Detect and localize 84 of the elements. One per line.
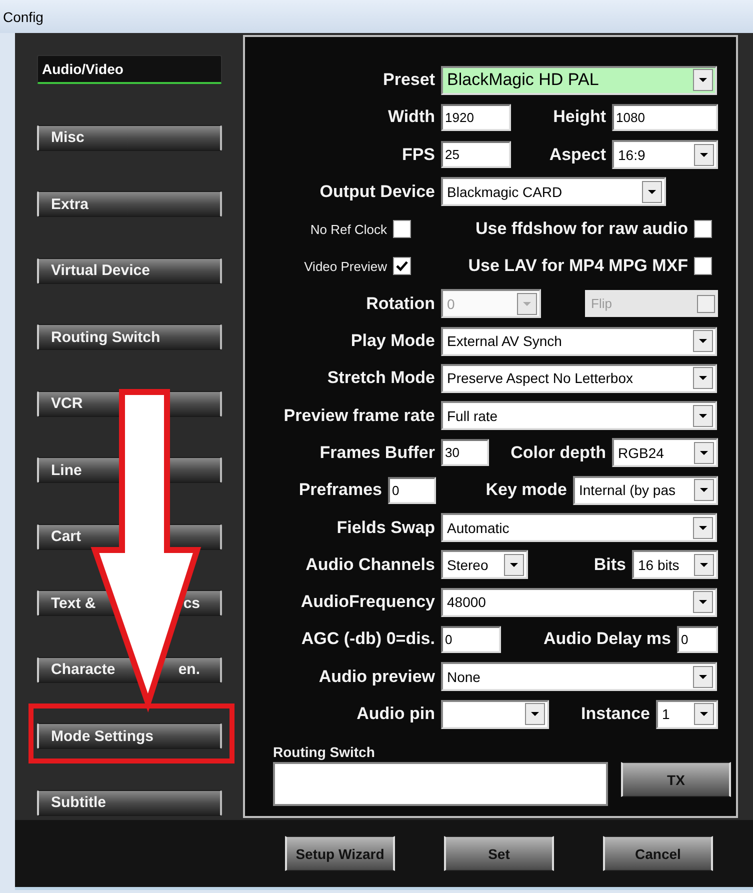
dropdown[interactable]: BlackMagic HD PAL [441,66,717,94]
field-label: Preset [382,70,435,90]
footer-button[interactable]: Cancel [603,836,713,871]
caret-icon [693,367,713,390]
field-label: Use LAV for MP4 MPG MXF [467,256,688,276]
field-label: FPS [400,144,435,165]
field-label: Bits [592,554,626,575]
section-label: Routing Switch [273,744,376,760]
checkbox[interactable] [694,257,712,276]
caret-icon [694,554,714,576]
caret-icon [693,69,713,91]
footer-button[interactable]: Setup Wizard [285,836,395,871]
field-label: Aspect [548,144,606,165]
input-field[interactable]: 30 [441,439,489,466]
field-label: Key mode [484,480,567,500]
footer-button[interactable]: Set [444,836,554,871]
text-area[interactable] [273,762,608,806]
checkbox-icon [697,294,715,313]
sidebar-tab[interactable]: Subtitle [37,790,222,816]
dropdown[interactable]: 16:9 [612,140,718,170]
dropdown[interactable]: Internal (by pas [573,476,718,505]
caret-icon [693,404,713,427]
dropdown[interactable]: 16 bits [632,550,718,580]
field-label: Play Mode [350,331,435,352]
window-title: Config [3,8,44,24]
sidebar-tab[interactable]: Virtual Device [37,258,222,284]
field-label: Preframes [298,480,382,500]
input-field[interactable]: 25 [441,141,511,168]
tx-button[interactable]: TX [621,762,731,798]
field-label: AGC (-db) 0=dis. [300,629,435,650]
caret-icon [693,516,713,539]
dropdown[interactable]: Preserve Aspect No Letterbox [441,364,717,393]
checkbox[interactable] [393,220,411,238]
caret-icon [693,330,713,352]
dropdown[interactable]: Automatic [441,513,717,542]
field-label: Output Device [318,182,435,202]
dropdown[interactable]: None [441,662,717,692]
caret-icon [694,144,714,166]
checkbox-label: No Ref Clock [309,222,387,237]
caret-icon [694,703,714,726]
caret-icon [693,666,713,688]
dropdown[interactable]: Full rate [441,401,717,430]
input-field[interactable]: 0 [441,626,501,653]
field-label: AudioFrequency [300,592,435,612]
checkbox[interactable] [694,220,712,238]
caret-icon [693,591,713,614]
field-label: Height [552,107,606,128]
dropdown[interactable]: Blackmagic CARD [441,177,666,206]
sidebar-tab[interactable]: Mode Settings [37,723,222,749]
input-field[interactable]: 1080 [612,104,718,131]
caret-icon [694,479,714,502]
sidebar-tab[interactable]: Routing Switch [37,324,222,350]
sidebar-tab[interactable]: Misc [37,124,222,150]
sidebar-tab[interactable]: Extra [37,191,222,217]
input-field[interactable]: 0 [388,476,436,504]
field-label: Audio Delay ms [542,629,671,650]
field-label: Instance [580,704,650,724]
field-label: Audio pin [356,704,435,724]
field-label: Color depth [510,442,606,463]
dropdown[interactable]: RGB24 [612,438,718,468]
dropdown[interactable]: Stereo [441,550,528,580]
field-label: Audio preview [318,666,435,687]
field-label: Fields Swap [336,518,435,538]
checkbox[interactable] [393,257,411,276]
input-field[interactable]: 1920 [441,104,511,131]
field-label: Rotation [365,294,435,314]
input-field[interactable]: 0 [677,626,718,653]
field-label: Width [386,107,435,128]
dropdown[interactable]: 1 [656,700,718,729]
dropdown[interactable]: 48000 [441,588,717,617]
caret-icon [642,180,662,203]
field-label: Use ffdshow for raw audio [474,219,688,240]
caret-icon [525,703,545,726]
sidebar-tab[interactable]: Audio/Video [37,55,222,84]
dropdown[interactable]: External AV Synch [441,326,717,356]
field-label: Audio Channels [304,554,435,575]
caret-icon [504,554,524,576]
checkbox-label: Video Preview [303,258,387,274]
field-label: Frames Buffer [318,442,435,463]
field-label: Stretch Mode [326,368,435,388]
caret-icon [517,292,537,315]
dropdown[interactable] [441,700,549,729]
field-label: Preview frame rate [282,406,435,426]
caret-icon [694,442,714,464]
